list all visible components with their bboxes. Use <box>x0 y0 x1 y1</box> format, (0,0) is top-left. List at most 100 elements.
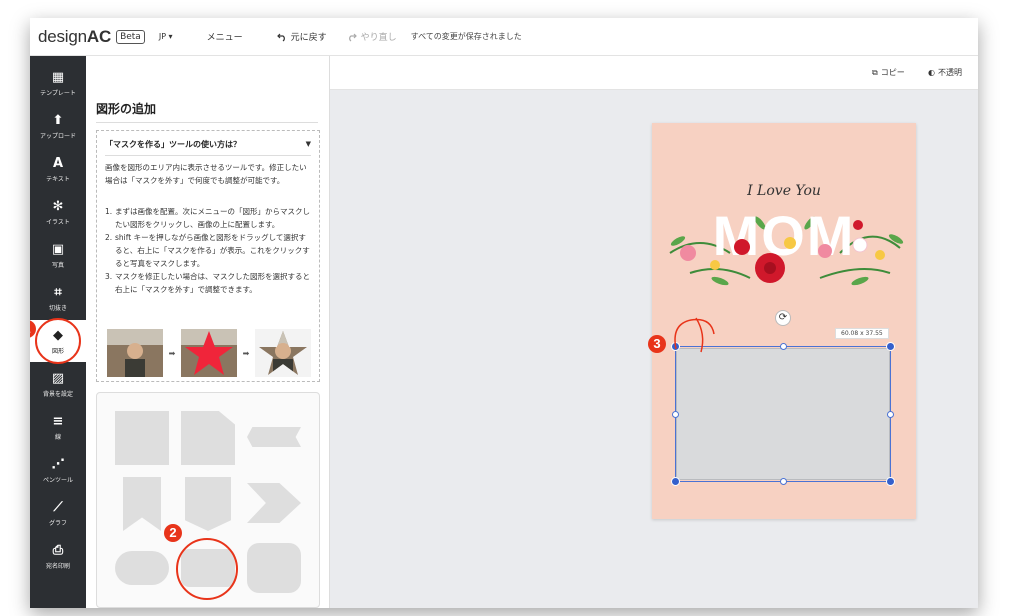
resize-handle-left[interactable] <box>672 411 679 418</box>
dimension-readout: 60.08 x 37.55 <box>835 328 889 339</box>
help-step: 1. まずは画像を配置。次にメニューの「図形」からマスクしたい図形をクリックし、画… <box>105 205 313 231</box>
step-text: マスクを修正したい場合は、マスクした図形を選択すると右上に「マスクを外す」で調整… <box>115 272 310 294</box>
highlight-scribble <box>674 317 715 353</box>
step-text: shift キーを押しながら画像と図形をドラッグして選択すると、右上に「マスクを… <box>115 233 310 268</box>
example-star-shape <box>181 329 237 377</box>
save-status: すべての変更が保存されました <box>410 32 522 41</box>
shape-square[interactable] <box>115 411 169 465</box>
rail-item-pen[interactable]: ⋰ ペンツール <box>30 449 86 491</box>
shape-pentagon-down[interactable] <box>185 477 231 531</box>
opacity-label: 不透明 <box>937 68 962 77</box>
annotation-circle-1 <box>35 318 81 364</box>
arrow-right-icon: ➡ <box>242 348 250 358</box>
flower-illustration-front[interactable] <box>660 213 908 293</box>
shape-folded-corner[interactable] <box>181 411 235 465</box>
copy-icon: ⧉ <box>872 67 878 77</box>
shapes-panel: 図形の追加 「マスクを作る」ツールの使い方は？ ▼ 画像を図形のエリア内に表示さ… <box>86 56 330 608</box>
undo-icon <box>276 33 285 41</box>
graph-icon: ⟋ <box>53 499 63 515</box>
resize-handle-bottom[interactable] <box>780 478 787 485</box>
resize-handle-bottom-left[interactable] <box>671 477 680 486</box>
help-steps: 1. まずは画像を配置。次にメニューの「図形」からマスクしたい図形をクリックし、画… <box>105 205 313 296</box>
example-photo <box>107 329 163 377</box>
rail-label: 宛名印刷 <box>45 562 70 570</box>
rail-label: イラスト <box>46 218 70 226</box>
help-title[interactable]: 「マスクを作る」ツールの使い方は？ <box>105 139 241 150</box>
rail-label: ペンツール <box>42 476 73 484</box>
divider <box>96 122 318 123</box>
undo-button[interactable]: 元に戻す <box>276 30 327 43</box>
print-icon: ⎙ <box>52 542 64 558</box>
help-step: 2. shift キーを押しながら画像と図形をドラッグして選択すると、右上に「マス… <box>105 231 313 270</box>
rail-label: テンプレート <box>40 89 76 97</box>
annotation-circle-2 <box>176 538 238 600</box>
step-number: 2. <box>105 233 113 242</box>
rail-item-illust[interactable]: ✻ イラスト <box>30 191 86 233</box>
annotation-badge-3: 3 <box>648 335 666 353</box>
redo-icon <box>348 33 357 41</box>
rail-item-line[interactable]: ≡ 線 <box>30 406 86 448</box>
redo-button[interactable]: やり直し <box>347 30 397 43</box>
chevron-down-icon[interactable]: ▼ <box>306 140 311 148</box>
rail-item-address[interactable]: ⎙ 宛名印刷 <box>30 535 86 577</box>
rail-label: グラフ <box>48 519 67 527</box>
rail-item-upload[interactable]: ⬆ アップロード <box>30 105 86 147</box>
arrow-right-icon: ➡ <box>168 348 176 358</box>
rail-label: 切抜き <box>48 304 67 312</box>
help-step: 3. マスクを修正したい場合は、マスクした図形を選択すると右上に「マスクを外す」で… <box>105 270 313 296</box>
shape-ribbon[interactable] <box>247 427 301 447</box>
template-icon: ▦ <box>51 69 65 85</box>
resize-handle-top-right[interactable] <box>886 342 895 351</box>
photo-icon: ▣ <box>51 241 65 257</box>
background-icon: ▨ <box>51 370 65 386</box>
resize-handle-top[interactable] <box>780 343 787 350</box>
undo-label: 元に戻す <box>290 33 327 43</box>
selection-box[interactable] <box>671 342 895 486</box>
copy-button[interactable]: ⧉ コピー <box>872 67 905 78</box>
rail-item-background[interactable]: ▨ 背景を設定 <box>30 363 86 405</box>
menu-button[interactable]: メニュー <box>207 30 243 43</box>
rail-item-crop[interactable]: ⌗ 切抜き <box>30 277 86 319</box>
shape-chevron[interactable] <box>247 483 301 523</box>
rail-item-text[interactable]: A テキスト <box>30 148 86 190</box>
top-bar: designAC Beta JP ▾ メニュー 元に戻す やり直し すべての変更… <box>30 18 978 56</box>
pen-tool-icon: ⋰ <box>51 456 65 472</box>
beta-badge: Beta <box>116 29 145 44</box>
help-intro: 画像を図形のエリア内に表示させるツールです。修正したい場合は「マスクを外す」で何… <box>105 163 307 185</box>
text-icon: A <box>52 155 64 171</box>
resize-handle-right[interactable] <box>887 411 894 418</box>
shape-pill[interactable] <box>115 551 169 585</box>
mask-help-box: 「マスクを作る」ツールの使い方は？ ▼ 画像を図形のエリア内に表示させるツールで… <box>96 130 320 382</box>
step-text: まずは画像を配置。次にメニューの「図形」からマスクしたい図形をクリックし、画像の… <box>115 207 310 229</box>
rail-item-graph[interactable]: ⟋ グラフ <box>30 492 86 534</box>
example-masked-result <box>255 329 311 377</box>
divider <box>105 155 311 156</box>
rail-label: 線 <box>54 433 61 441</box>
redo-label: やり直し <box>360 33 397 43</box>
opacity-button[interactable]: ◐ 不透明 <box>928 67 962 78</box>
rail-label: テキスト <box>46 175 70 183</box>
rail-item-template[interactable]: ▦ テンプレート <box>30 62 86 104</box>
resize-handle-bottom-right[interactable] <box>886 477 895 486</box>
app-window: designAC Beta JP ▾ メニュー 元に戻す やり直し すべての変更… <box>30 18 978 608</box>
canvas-toolbar: ⧉ コピー ◐ 不透明 <box>330 56 978 90</box>
illustration-icon: ✻ <box>52 198 64 214</box>
rail-label: 背景を設定 <box>42 390 73 398</box>
shape-rounded-square[interactable] <box>247 543 301 593</box>
step-number: 1. <box>105 207 113 216</box>
rail-label: アップロード <box>39 132 76 140</box>
line-icon: ≡ <box>52 413 64 429</box>
copy-label: コピー <box>880 68 905 77</box>
upload-icon: ⬆ <box>52 112 64 128</box>
rail-item-photo[interactable]: ▣ 写真 <box>30 234 86 276</box>
annotation-badge-2: 2 <box>164 524 182 542</box>
shape-bookmark[interactable] <box>123 477 161 531</box>
panel-title: 図形の追加 <box>96 102 157 116</box>
app-logo[interactable]: designAC <box>38 27 111 47</box>
language-dropdown[interactable]: JP ▾ <box>159 32 173 41</box>
step-number: 3. <box>105 272 113 281</box>
example-thumbnails: ➡ ➡ <box>107 329 313 377</box>
opacity-icon: ◐ <box>928 68 935 77</box>
crop-icon: ⌗ <box>54 284 62 300</box>
rotate-handle[interactable]: ⟳ <box>775 310 791 326</box>
